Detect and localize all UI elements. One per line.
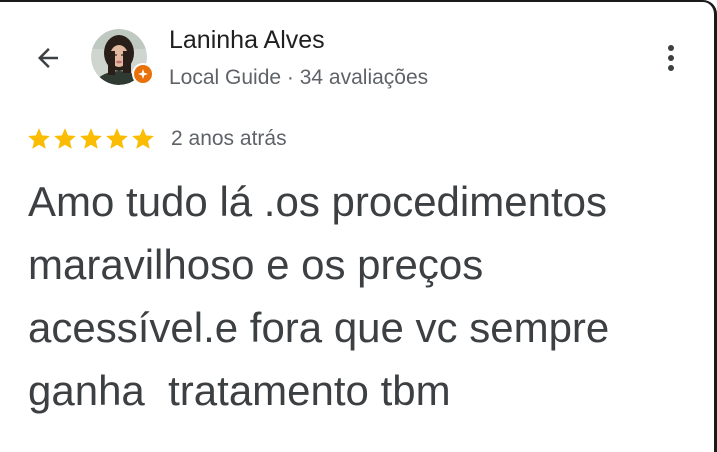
reviewer-name[interactable]: Laninha Alves: [169, 26, 325, 55]
review-text: Amo tudo lá .os procedimentos maravilhos…: [28, 178, 610, 414]
star-rating: [26, 126, 156, 152]
local-guide-badge: [132, 63, 154, 85]
more-vert-icon: [668, 45, 674, 71]
back-button[interactable]: [28, 38, 68, 78]
star-icon: [28, 128, 50, 149]
star-icon: [132, 128, 154, 149]
reviewer-meta: Local Guide · 34 avaliações: [169, 66, 429, 89]
star-icon: [80, 128, 102, 149]
local-guide-badge-icon: [138, 69, 148, 79]
rating-row: 2 anos atrás: [26, 124, 287, 154]
reviewer-avatar-wrap[interactable]: [91, 29, 154, 85]
arrow-back-icon: [38, 48, 58, 68]
more-options-button[interactable]: [653, 38, 689, 78]
star-icon: [54, 128, 76, 149]
review-age: 2 anos atrás: [171, 127, 287, 150]
star-icon: [106, 128, 128, 149]
